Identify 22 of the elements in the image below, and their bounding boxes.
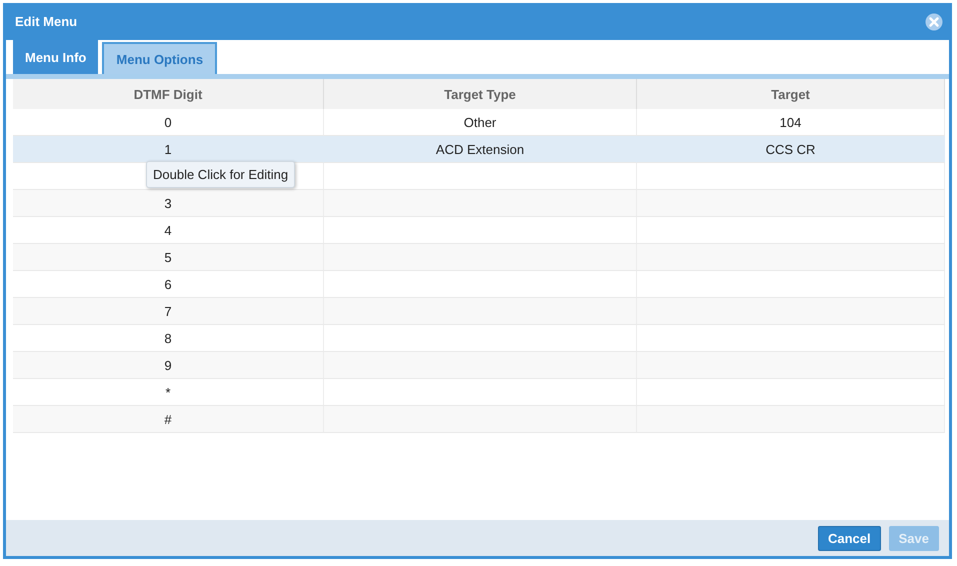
table-cell[interactable]: 104 (637, 109, 945, 136)
table-cell[interactable]: 0 (13, 109, 324, 136)
dialog-button[interactable]: Cancel (818, 526, 881, 550)
table-cell[interactable]: 3 (13, 190, 324, 217)
table-cell[interactable]: 1 (13, 136, 324, 163)
table-cell[interactable]: 4 (13, 217, 324, 244)
table-cell[interactable]: ACD Extension (324, 136, 637, 163)
close-icon[interactable] (925, 12, 943, 30)
window-title: Edit Menu (15, 14, 78, 29)
column-header[interactable]: DTMF Digit (13, 79, 324, 109)
table-cell[interactable]: Other (324, 109, 637, 136)
table-cell[interactable]: 6 (13, 271, 324, 298)
tooltip: Double Click for Editing (146, 161, 296, 188)
table-cell[interactable]: 8 (13, 325, 324, 352)
table-cell[interactable]: # (13, 406, 324, 433)
table-cell[interactable]: * (13, 379, 324, 406)
column-header[interactable]: Target Type (324, 79, 637, 109)
table-cell[interactable]: CCS CR (637, 136, 945, 163)
table-cell[interactable]: 5 (13, 244, 324, 271)
column-header[interactable]: Target (637, 79, 945, 109)
table-cell[interactable]: 9 (13, 352, 324, 379)
table-cell[interactable]: 7 (13, 298, 324, 325)
